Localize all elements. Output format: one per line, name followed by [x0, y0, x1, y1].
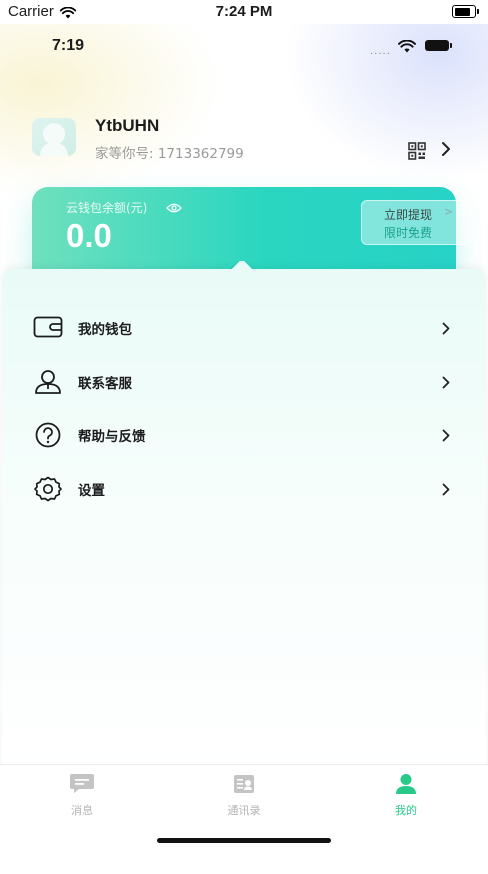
- tab-contacts[interactable]: 通讯录: [194, 773, 294, 823]
- profile-icon: [356, 773, 456, 799]
- customer-service-icon: [33, 369, 63, 395]
- app-status-time: 7:19: [52, 37, 85, 54]
- tab-mine[interactable]: 我的: [356, 773, 456, 823]
- app-wifi-icon: [398, 38, 416, 57]
- profile-screen: 7:19 ..... YtbUHN 家等你号: 1713362799 云钱包余额…: [0, 24, 488, 874]
- panel-notch: [220, 261, 268, 277]
- chevron-right-icon: [442, 320, 450, 339]
- system-status-bar: Carrier 7:24 PM: [0, 0, 488, 24]
- chevron-right-icon: [442, 427, 450, 446]
- system-time: 7:24 PM: [215, 3, 273, 20]
- message-icon: [32, 773, 132, 799]
- wallet-balance-label: 云钱包余额(元): [66, 201, 148, 215]
- menu-item-label: 帮助与反馈: [78, 429, 146, 445]
- eye-icon[interactable]: [166, 199, 182, 218]
- home-indicator: [157, 838, 331, 843]
- menu-item-settings[interactable]: 设置: [2, 466, 486, 510]
- qr-code-icon[interactable]: [408, 142, 426, 160]
- tab-messages[interactable]: 消息: [32, 773, 132, 823]
- battery-icon: [452, 5, 479, 18]
- withdraw-free-badge: 限时免费: [384, 226, 433, 240]
- contacts-icon: [194, 773, 294, 799]
- tab-label: 我的: [395, 804, 417, 817]
- withdraw-button[interactable]: 立即提现 > 限时免费: [361, 200, 471, 245]
- menu-item-customer-service[interactable]: 联系客服: [2, 359, 486, 403]
- menu-item-wallet[interactable]: 我的钱包: [2, 305, 486, 349]
- chevron-right-icon: [442, 481, 450, 500]
- chevron-right-icon: [442, 374, 450, 393]
- menu-item-label: 联系客服: [78, 376, 132, 392]
- tab-label: 通讯录: [227, 804, 261, 817]
- app-battery-icon: [425, 40, 452, 51]
- menu-item-label: 我的钱包: [78, 322, 132, 338]
- menu-item-help-feedback[interactable]: 帮助与反馈: [2, 412, 486, 456]
- tab-label: 消息: [71, 804, 93, 817]
- user-id: 家等你号: 1713362799: [95, 146, 244, 162]
- username: YtbUHN: [95, 116, 160, 135]
- wallet-icon: [33, 315, 63, 341]
- menu-item-label: 设置: [78, 483, 105, 499]
- menu-panel: 我的钱包 联系客服 帮助与反馈 设置: [2, 269, 486, 789]
- help-icon: [33, 422, 63, 448]
- settings-icon: [33, 476, 63, 502]
- avatar[interactable]: [32, 118, 76, 156]
- wallet-balance-amount: 0.0: [66, 217, 112, 254]
- profile-chevron-right-icon[interactable]: [441, 141, 451, 161]
- withdraw-chevron-icon: >: [444, 205, 454, 218]
- tab-bar: 消息 通讯录 我的: [0, 764, 488, 827]
- withdraw-label: 立即提现: [384, 208, 433, 222]
- signal-dots-icon: .....: [370, 46, 391, 57]
